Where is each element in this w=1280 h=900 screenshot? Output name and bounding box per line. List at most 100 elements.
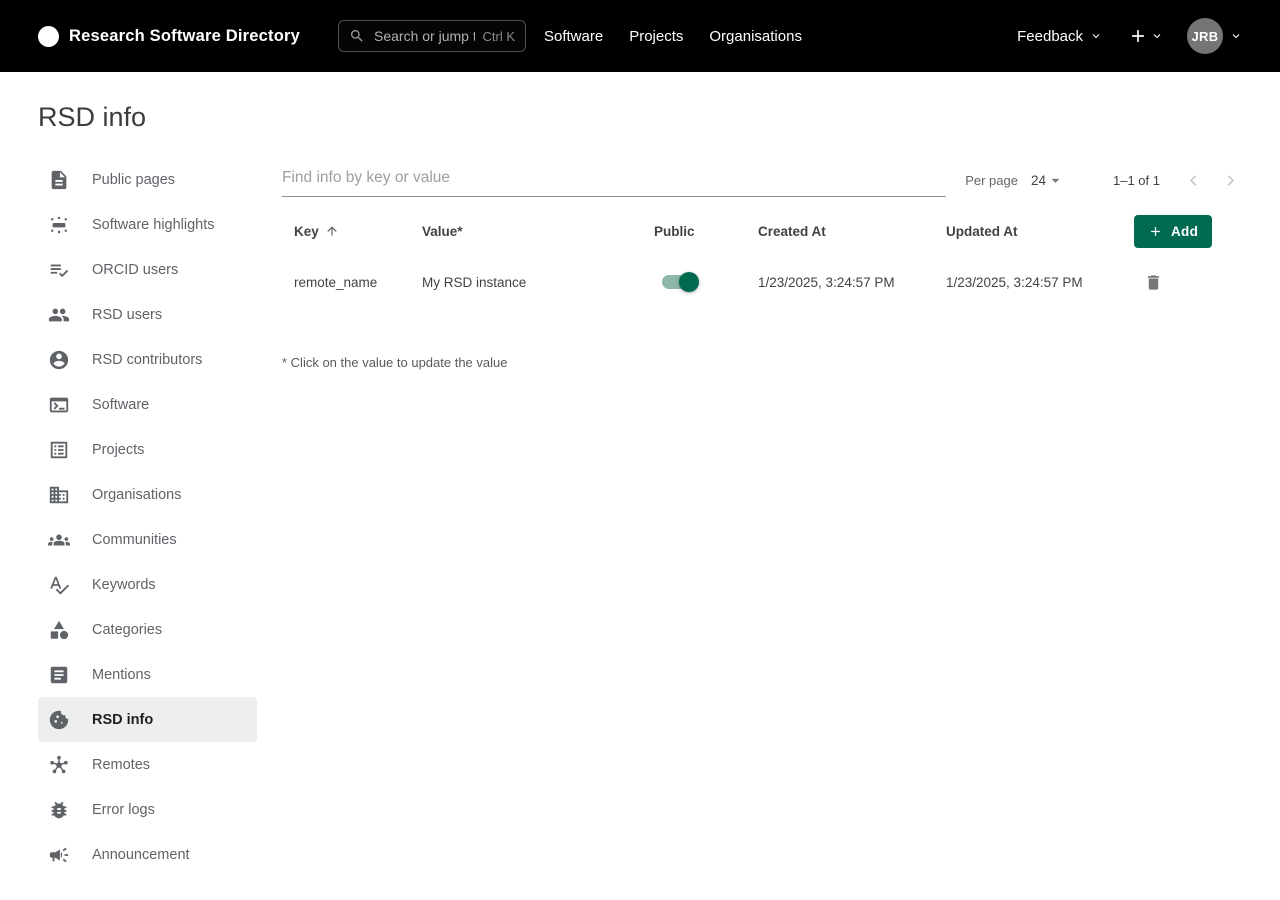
sidebar-item-rsd-users[interactable]: RSD users — [38, 292, 257, 337]
delete-row-button[interactable] — [1140, 269, 1242, 296]
sidebar-item-organisations[interactable]: Organisations — [38, 472, 257, 517]
sidebar-item-label: Software — [92, 397, 149, 413]
filter-input[interactable] — [282, 163, 946, 197]
per-page-label: Per page — [965, 173, 1018, 188]
spellcheck-icon — [48, 574, 70, 596]
page-title: RSD info — [38, 102, 1242, 133]
sidebar-item-label: Communities — [92, 532, 177, 548]
sidebar-item-label: Mentions — [92, 667, 151, 683]
nav-projects[interactable]: Projects — [629, 28, 683, 45]
feedback-label: Feedback — [1017, 28, 1083, 45]
sidebar-item-label: RSD users — [92, 307, 162, 323]
previous-page-button[interactable] — [1182, 169, 1205, 192]
groups-icon — [48, 529, 70, 551]
document-icon — [48, 169, 70, 191]
sort-ascending-icon — [325, 224, 339, 238]
toggle-thumb — [679, 272, 699, 292]
chevron-right-icon — [1221, 171, 1240, 190]
column-header-created-at[interactable]: Created At — [758, 224, 946, 239]
sidebar-item-label: Announcement — [92, 847, 190, 863]
cell-created-at: 1/23/2025, 3:24:57 PM — [758, 275, 946, 290]
per-page-control: Per page 24 — [965, 171, 1065, 190]
sidebar-item-rsd-contributors[interactable]: RSD contributors — [38, 337, 257, 382]
chevron-left-icon — [1184, 171, 1203, 190]
table-header-row: Key Value* Public Created At Updated At … — [282, 211, 1242, 251]
content: Public pages Software highlights ORCID u… — [0, 157, 1280, 877]
per-page-value: 24 — [1031, 173, 1046, 188]
sidebar-item-label: Public pages — [92, 172, 175, 188]
sidebar-item-announcement[interactable]: Announcement — [38, 832, 257, 877]
sidebar-item-label: ORCID users — [92, 262, 178, 278]
column-header-key[interactable]: Key — [294, 224, 422, 239]
plus-icon — [1128, 26, 1148, 46]
table-toolbar: Per page 24 1–1 of 1 — [282, 163, 1242, 197]
megaphone-icon — [48, 844, 70, 866]
search-icon — [349, 28, 365, 44]
plus-icon — [1148, 224, 1163, 239]
sidebar-item-public-pages[interactable]: Public pages — [38, 157, 257, 202]
avatar: JRB — [1187, 18, 1223, 54]
main-panel: Per page 24 1–1 of 1 Key Val — [282, 157, 1242, 877]
cell-key: remote_name — [294, 275, 422, 290]
checklist-icon — [48, 259, 70, 281]
table-footnote: * Click on the value to update the value — [282, 355, 1242, 370]
chevron-down-icon — [1151, 30, 1163, 42]
sidebar-item-label: RSD contributors — [92, 352, 202, 368]
sidebar-item-rsd-info[interactable]: RSD info — [38, 697, 257, 742]
per-page-select[interactable]: 24 — [1031, 171, 1065, 190]
cell-public — [654, 275, 758, 289]
column-header-public[interactable]: Public — [654, 224, 758, 239]
building-icon — [48, 484, 70, 506]
app-logo — [38, 26, 59, 47]
top-navbar: Research Software Directory Ctrl K Softw… — [0, 0, 1280, 72]
global-search-input[interactable] — [372, 27, 477, 45]
nav-software[interactable]: Software — [544, 28, 603, 45]
sidebar-item-label: Error logs — [92, 802, 155, 818]
dropdown-arrow-icon — [1046, 171, 1065, 190]
navbar-right: Feedback JRB — [1017, 18, 1242, 54]
pager — [1182, 169, 1242, 192]
sidebar-item-label: Organisations — [92, 487, 181, 503]
public-toggle[interactable] — [662, 275, 696, 289]
sidebar-item-keywords[interactable]: Keywords — [38, 562, 257, 607]
sidebar-item-label: RSD info — [92, 712, 153, 728]
category-icon — [48, 619, 70, 641]
add-button[interactable]: Add — [1134, 215, 1212, 248]
sidebar-item-categories[interactable]: Categories — [38, 607, 257, 652]
chevron-down-icon — [1230, 30, 1242, 42]
sidebar-item-orcid-users[interactable]: ORCID users — [38, 247, 257, 292]
global-search-box[interactable]: Ctrl K — [338, 20, 526, 52]
column-header-value[interactable]: Value* — [422, 224, 654, 239]
cookie-icon — [48, 709, 70, 731]
main-nav: Software Projects Organisations — [544, 28, 802, 45]
sidebar-item-mentions[interactable]: Mentions — [38, 652, 257, 697]
sidebar-item-communities[interactable]: Communities — [38, 517, 257, 562]
person-circle-icon — [48, 349, 70, 371]
sidebar-item-label: Categories — [92, 622, 162, 638]
cell-updated-at: 1/23/2025, 3:24:57 PM — [946, 275, 1134, 290]
sidebar-item-label: Keywords — [92, 577, 156, 593]
next-page-button[interactable] — [1219, 169, 1242, 192]
cell-value[interactable]: My RSD instance — [422, 275, 654, 290]
sidebar-item-software-highlights[interactable]: Software highlights — [38, 202, 257, 247]
sidebar-item-software[interactable]: Software — [38, 382, 257, 427]
pagination-range: 1–1 of 1 — [1113, 173, 1160, 188]
sidebar-item-error-logs[interactable]: Error logs — [38, 787, 257, 832]
column-label: Key — [294, 224, 319, 239]
sidebar-item-projects[interactable]: Projects — [38, 427, 257, 472]
admin-sidebar: Public pages Software highlights ORCID u… — [38, 157, 257, 877]
add-menu-button[interactable] — [1128, 26, 1163, 46]
add-button-label: Add — [1171, 224, 1198, 239]
nav-organisations[interactable]: Organisations — [709, 28, 802, 45]
user-menu-button[interactable]: JRB — [1187, 18, 1242, 54]
hub-icon — [48, 754, 70, 776]
sidebar-item-label: Projects — [92, 442, 144, 458]
app-title: Research Software Directory — [69, 27, 300, 46]
sidebar-item-remotes[interactable]: Remotes — [38, 742, 257, 787]
column-header-updated-at[interactable]: Updated At — [946, 224, 1134, 239]
sidebar-item-label: Software highlights — [92, 217, 215, 233]
feedback-menu-button[interactable]: Feedback — [1017, 28, 1102, 45]
trash-icon — [1144, 273, 1163, 292]
users-icon — [48, 304, 70, 326]
table-row: remote_name My RSD instance 1/23/2025, 3… — [282, 259, 1242, 305]
